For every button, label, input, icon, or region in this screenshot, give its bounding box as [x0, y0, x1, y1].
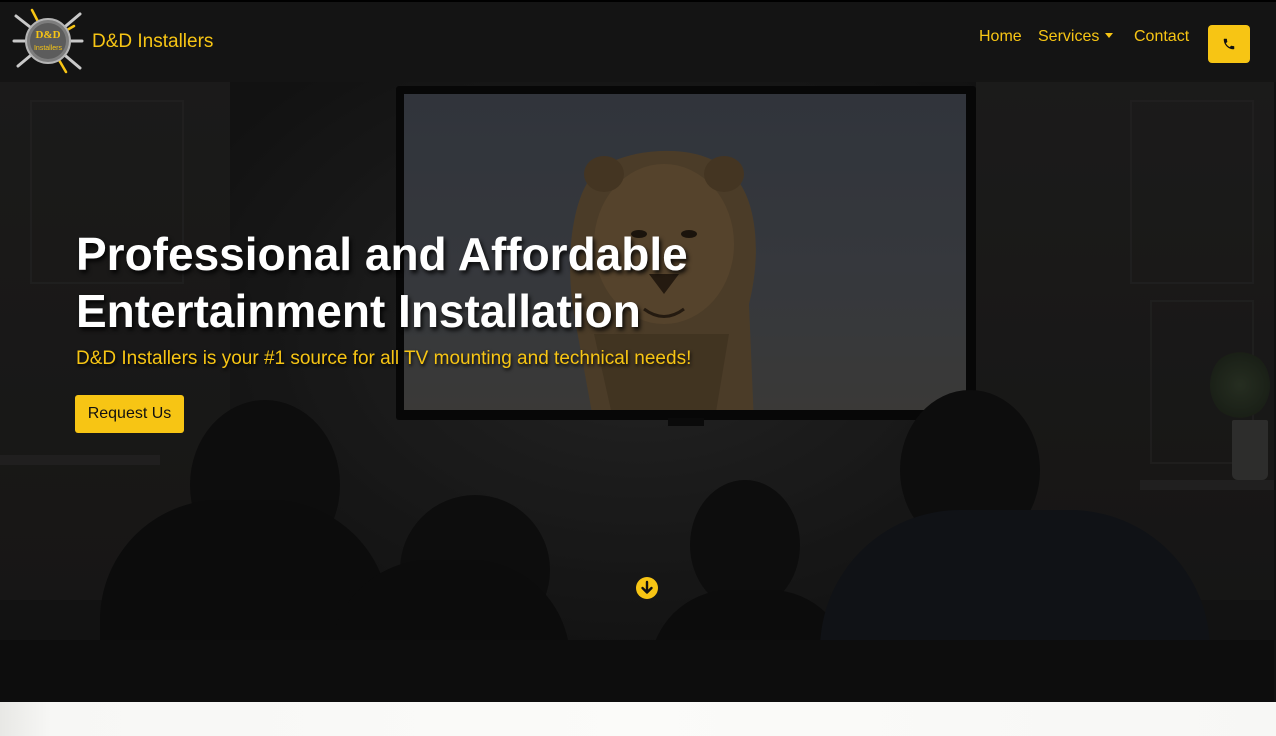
nav-services-label: Services: [1038, 28, 1100, 45]
caret-down-icon: [1105, 33, 1114, 38]
logo-text-bottom: Installers: [34, 45, 63, 52]
next-section-edge: [0, 702, 1276, 736]
nav-home-link[interactable]: Home: [979, 27, 1022, 47]
hero-subtitle: D&D Installers is your #1 source for all…: [76, 348, 692, 369]
hero-title: Professional and Affordable Entertainmen…: [76, 228, 688, 337]
nav-services-dropdown[interactable]: Services: [1038, 27, 1114, 47]
navbar: D&D Installers D&D Installers Home Servi…: [0, 0, 1276, 82]
page: D&D Installers D&D Installers Home Servi…: [0, 0, 1276, 736]
nav-contact-link[interactable]: Contact: [1134, 27, 1189, 47]
request-us-button[interactable]: Request Us: [75, 395, 184, 433]
phone-icon: [1223, 38, 1235, 50]
brand-name[interactable]: D&D Installers: [92, 31, 213, 53]
logo-text-top: D&D: [35, 29, 60, 41]
brand-logo[interactable]: D&D Installers: [12, 8, 84, 74]
phone-button[interactable]: [1208, 25, 1250, 63]
arrow-down-circle-icon[interactable]: [635, 576, 659, 600]
